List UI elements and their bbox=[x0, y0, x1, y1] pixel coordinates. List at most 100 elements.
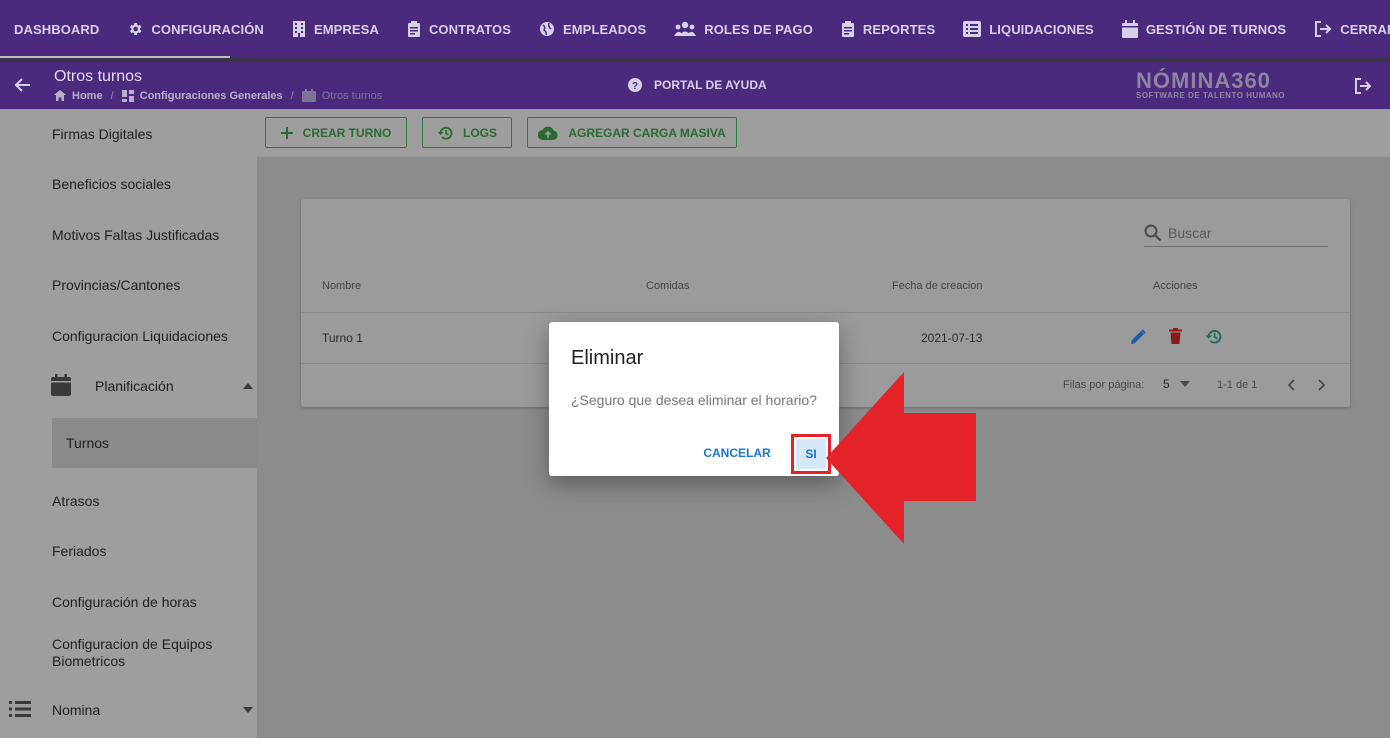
sidebar-turnos-label: Turnos bbox=[66, 435, 110, 451]
sidebar-planificacion-label: Planificación bbox=[95, 378, 174, 394]
breadcrumb-config[interactable]: Configuraciones Generales bbox=[121, 89, 283, 102]
caret-up-icon bbox=[243, 383, 253, 389]
breadcrumb-config-label: Configuraciones Generales bbox=[139, 89, 283, 102]
breadcrumb-home[interactable]: Home bbox=[54, 90, 103, 102]
logout-icon bbox=[1355, 78, 1372, 94]
gear-icon bbox=[130, 23, 142, 35]
nav-gestion-turnos[interactable]: GESTIÓN DE TURNOS bbox=[1108, 0, 1300, 58]
crear-turno-button[interactable]: CREAR TURNO bbox=[265, 117, 407, 148]
nav-reportes[interactable]: REPORTES bbox=[827, 0, 949, 58]
header-logout-button[interactable] bbox=[1354, 78, 1372, 99]
nav-roles-label: ROLES DE PAGO bbox=[704, 21, 813, 37]
caret-down-icon bbox=[1179, 381, 1190, 387]
nav-roles-de-pago[interactable]: ROLES DE PAGO bbox=[660, 0, 827, 58]
sidebar-item-config-liquidaciones[interactable]: Configuracion Liquidaciones bbox=[52, 328, 228, 344]
plus-icon bbox=[280, 126, 293, 139]
sidebar-group-planificacion[interactable]: Planificación bbox=[0, 374, 257, 398]
rows-per-page-label: Filas por página: bbox=[1063, 379, 1145, 391]
column-header-comidas[interactable]: Comidas bbox=[646, 280, 689, 292]
cancel-button[interactable]: CANCELAR bbox=[699, 440, 775, 466]
top-navigation: DASHBOARD CONFIGURACIÓN EMPRESA CONTRATO… bbox=[0, 0, 1390, 59]
nav-liquidaciones-label: LIQUIDACIONES bbox=[989, 21, 1094, 37]
list-icon bbox=[963, 21, 982, 37]
carga-masiva-button[interactable]: AGREGAR CARGA MASIVA bbox=[527, 117, 737, 148]
home-icon bbox=[54, 90, 66, 101]
carga-masiva-label: AGREGAR CARGA MASIVA bbox=[568, 125, 726, 140]
sidebar-item-provincias[interactable]: Provincias/Cantones bbox=[52, 277, 180, 293]
chevron-left-icon[interactable] bbox=[1287, 379, 1295, 391]
nav-cerrar-sesion[interactable]: CERRAR SESIÓN bbox=[1300, 0, 1390, 58]
cell-nombre: Turno 1 bbox=[322, 331, 363, 345]
delete-icon[interactable] bbox=[1169, 328, 1182, 344]
sidebar-item-beneficios[interactable]: Beneficios sociales bbox=[52, 176, 171, 192]
help-portal-link[interactable]: ? PORTAL DE AYUDA bbox=[628, 78, 767, 92]
sidebar-nomina-label: Nomina bbox=[52, 702, 101, 718]
crear-turno-label: CREAR TURNO bbox=[302, 125, 392, 140]
column-header-nombre[interactable]: Nombre bbox=[322, 280, 361, 292]
nav-dashboard-label: DASHBOARD bbox=[14, 21, 100, 37]
nav-configuracion[interactable]: CONFIGURACIÓN bbox=[113, 0, 278, 58]
sidebar-item-feriados[interactable]: Feriados bbox=[52, 543, 106, 559]
delete-confirm-dialog: Eliminar ¿Seguro que desea eliminar el h… bbox=[549, 322, 839, 476]
sidebar-group-nomina[interactable]: Nomina bbox=[0, 697, 257, 721]
cloud-upload-icon bbox=[538, 126, 558, 140]
sidebar-item-firmas[interactable]: Firmas Digitales bbox=[52, 126, 152, 142]
nav-empresa-label: EMPRESA bbox=[313, 21, 379, 37]
confirm-highlight-box: SI bbox=[791, 434, 831, 474]
nav-reportes-label: REPORTES bbox=[862, 21, 936, 37]
dialog-message: ¿Seguro que desea eliminar el horario? bbox=[571, 392, 817, 408]
confirm-button[interactable]: SI bbox=[796, 439, 826, 469]
search-input[interactable]: Buscar bbox=[1144, 220, 1328, 247]
breadcrumb-current: Otros turnos bbox=[301, 89, 383, 102]
nav-liquidaciones[interactable]: LIQUIDACIONES bbox=[949, 0, 1108, 58]
column-header-fecha[interactable]: Fecha de creacion bbox=[892, 280, 983, 292]
nav-empresa[interactable]: EMPRESA bbox=[278, 0, 393, 58]
search-placeholder: Buscar bbox=[1168, 225, 1212, 241]
arrow-left-icon bbox=[14, 78, 30, 92]
dashboard-icon bbox=[121, 89, 134, 102]
nav-empleados-label: EMPLEADOS bbox=[562, 21, 647, 37]
history-icon[interactable] bbox=[1205, 329, 1222, 344]
calendar-icon bbox=[301, 89, 316, 102]
calendar-icon bbox=[1121, 20, 1138, 38]
sidebar-equipos-line1: Configuracion de Equipos bbox=[52, 636, 213, 652]
list-icon bbox=[9, 701, 31, 717]
sidebar-item-motivos[interactable]: Motivos Faltas Justificadas bbox=[52, 227, 219, 243]
nav-cerrar-label: CERRAR SESIÓN bbox=[1340, 21, 1390, 37]
sidebar-item-atrasos[interactable]: Atrasos bbox=[52, 493, 99, 509]
building-icon bbox=[292, 21, 305, 37]
pagination-range: 1-1 de 1 bbox=[1217, 379, 1258, 391]
search-icon bbox=[1144, 224, 1162, 242]
svg-text:?: ? bbox=[632, 81, 638, 92]
logs-label: LOGS bbox=[462, 125, 497, 140]
header-divider bbox=[301, 312, 1350, 313]
logs-button[interactable]: LOGS bbox=[422, 117, 512, 148]
breadcrumb-separator: / bbox=[110, 89, 114, 102]
page-header: Otros turnos Home / Configuraciones Gene… bbox=[0, 62, 1390, 109]
sidebar-item-turnos[interactable]: Turnos bbox=[52, 418, 257, 468]
clipboard-icon bbox=[841, 21, 854, 37]
edit-icon[interactable] bbox=[1130, 329, 1146, 345]
nav-contratos[interactable]: CONTRATOS bbox=[393, 0, 525, 58]
nav-empleados[interactable]: EMPLEADOS bbox=[525, 0, 660, 58]
globe-icon bbox=[539, 22, 554, 36]
rows-per-page-value: 5 bbox=[1163, 377, 1170, 391]
nav-configuracion-label: CONFIGURACIÓN bbox=[151, 21, 264, 37]
rows-per-page-select[interactable]: 5 bbox=[1163, 377, 1190, 391]
chevron-right-icon[interactable] bbox=[1318, 379, 1326, 391]
sidebar: Firmas Digitales Beneficios sociales Mot… bbox=[0, 109, 257, 738]
nav-dashboard[interactable]: DASHBOARD bbox=[0, 0, 113, 58]
back-button[interactable] bbox=[14, 76, 32, 99]
breadcrumb-current-label: Otros turnos bbox=[321, 89, 383, 102]
nav-gestion-label: GESTIÓN DE TURNOS bbox=[1145, 21, 1287, 37]
help-icon: ? bbox=[628, 78, 642, 92]
sidebar-item-config-horas[interactable]: Configuración de horas bbox=[52, 594, 197, 610]
logout-icon bbox=[1315, 21, 1332, 37]
caret-down-icon bbox=[243, 707, 253, 713]
breadcrumb: Home / Configuraciones Generales / Otros… bbox=[54, 89, 382, 102]
sidebar-equipos-line2: Biometricos bbox=[52, 653, 126, 669]
brand-logo: NÓMINA360 SOFTWARE DE TALENTO HUMANO bbox=[1136, 70, 1306, 101]
breadcrumb-separator: / bbox=[290, 89, 294, 102]
group-icon bbox=[674, 21, 697, 36]
sidebar-item-equipos[interactable]: Configuracion de Equipos Biometricos bbox=[52, 636, 212, 670]
